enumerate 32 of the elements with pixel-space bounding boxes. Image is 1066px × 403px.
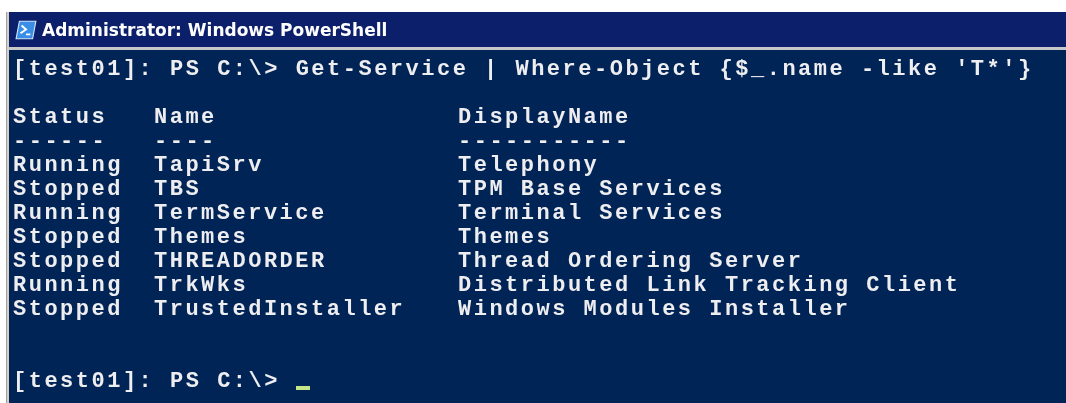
table-cell: Telephony [458, 153, 600, 178]
column-header: Name [154, 105, 217, 130]
header-underline: ----------- [458, 129, 631, 154]
header-underline: ---- [154, 129, 217, 154]
table-cell: TrustedInstaller [154, 297, 406, 322]
column-header: Status [13, 105, 108, 130]
table-cell: TBS [154, 177, 202, 202]
table-cell: Running [13, 153, 123, 178]
column-header: DisplayName [458, 105, 631, 130]
table-cell: THREADORDER [154, 249, 327, 274]
table-cell: Stopped [13, 249, 123, 274]
table-cell: Themes [154, 225, 249, 250]
table-cell: TrkWks [154, 273, 249, 298]
table-cell: TPM Base Services [458, 177, 725, 202]
table-cell: Running [13, 273, 123, 298]
table-cell: Stopped [13, 297, 123, 322]
table-cell: TermService [154, 201, 327, 226]
table-cell: Terminal Services [458, 201, 725, 226]
powershell-icon [15, 19, 37, 40]
prompt-text: [test01]: PS C:\> [13, 370, 280, 394]
command-line: [test01]: PS C:\> Get-Service | Where-Object {$_.name -like 'T*'} [13, 58, 1034, 82]
window-title: Administrator: Windows PowerShell [42, 19, 388, 40]
table-cell: Stopped [13, 177, 123, 202]
table-cell: TapiSrv [154, 153, 264, 178]
text-cursor [295, 386, 310, 390]
header-underline: ------ [13, 129, 108, 154]
table-cell: Running [13, 201, 123, 226]
table-cell: Stopped [13, 225, 123, 250]
table-cell: Distributed Link Tracking Client [458, 273, 961, 298]
table-cell: Thread Ordering Server [458, 249, 804, 274]
table-cell: Themes [458, 225, 553, 250]
table-cell: Windows Modules Installer [458, 297, 851, 322]
